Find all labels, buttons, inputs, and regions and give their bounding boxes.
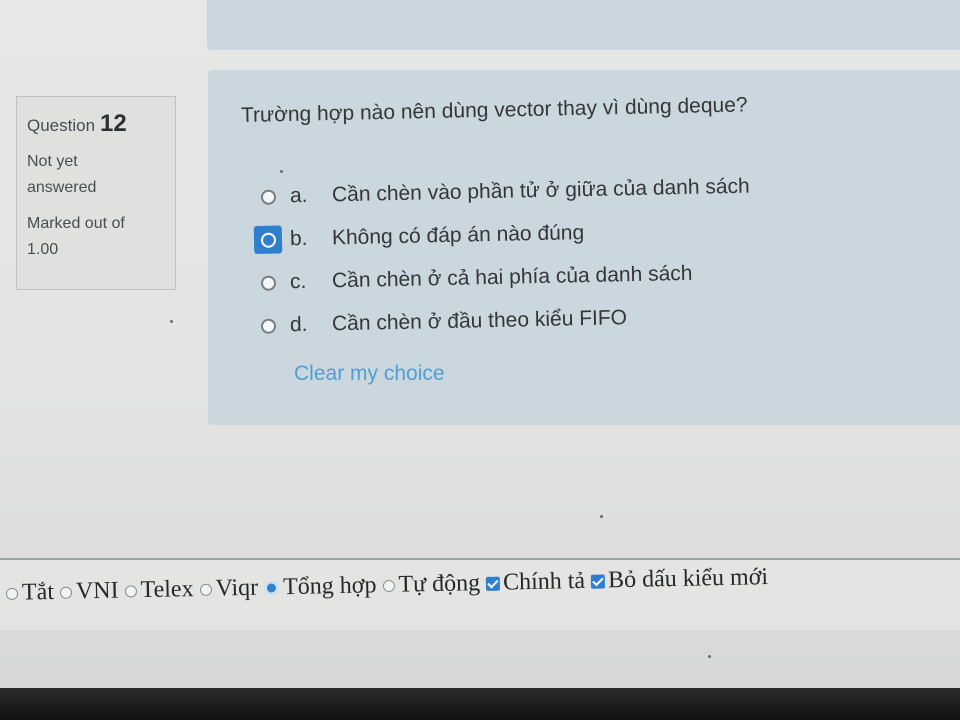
answer-text: Không có đáp án nào đúng bbox=[331, 221, 585, 250]
screen-dust bbox=[708, 655, 711, 658]
ime-option-vni[interactable]: VNI bbox=[59, 577, 119, 606]
ime-checkbox-label: Chính tả bbox=[502, 567, 586, 596]
answer-option-a[interactable]: a. Cần chèn vào phần tử ở giữa của danh … bbox=[254, 170, 815, 212]
question-marks: Marked out of 1.00 bbox=[27, 215, 125, 258]
answer-letter: c. bbox=[289, 269, 307, 294]
radio-checked-icon bbox=[260, 232, 276, 248]
ime-option-label: VNI bbox=[75, 577, 119, 605]
checkbox-checked-icon bbox=[590, 573, 606, 589]
ime-option-tong-hop[interactable]: Tổng hợp bbox=[263, 572, 377, 601]
answer-text: Cần chèn ở đầu theo kiểu FIFO bbox=[331, 306, 628, 336]
screen-dust bbox=[280, 170, 283, 173]
radio-icon bbox=[124, 584, 137, 598]
radio-icon bbox=[5, 587, 19, 600]
monitor-bezel bbox=[0, 688, 960, 720]
radio-checked-icon bbox=[263, 580, 280, 596]
radio-icon bbox=[260, 318, 276, 334]
answer-radio-a[interactable] bbox=[254, 182, 283, 211]
ime-checkbox-chinh-ta[interactable]: Chính tả bbox=[485, 567, 586, 597]
question-text: Trường hợp nào nên dùng vector thay vì d… bbox=[240, 93, 748, 127]
ime-option-tu-dong[interactable]: Tự động bbox=[382, 570, 480, 599]
ime-option-viqr[interactable]: Viqr bbox=[199, 575, 258, 603]
previous-question-panel bbox=[207, 0, 960, 50]
ime-option-label: Tắt bbox=[21, 578, 55, 606]
ime-checkbox-bo-dau-kieu-moi[interactable]: Bỏ dấu kiểu mới bbox=[590, 564, 769, 595]
question-info-box: Question 12 Not yet answered Marked out … bbox=[16, 96, 176, 290]
vietnamese-ime-bar: Tắt VNI Telex Viqr Tổng hợp Tự động Chín… bbox=[0, 558, 960, 630]
ime-option-telex[interactable]: Telex bbox=[124, 576, 194, 604]
question-number: 12 bbox=[100, 110, 127, 137]
answer-option-d[interactable]: d. Cần chèn ở đầu theo kiểu FIFO bbox=[254, 299, 815, 341]
answer-letter: a. bbox=[289, 183, 308, 208]
answer-text: Cần chèn ở cả hai phía của danh sách bbox=[331, 261, 693, 293]
answer-radio-b[interactable] bbox=[253, 225, 283, 254]
ime-checkbox-label: Bỏ dấu kiểu mới bbox=[607, 564, 769, 594]
radio-icon bbox=[260, 189, 276, 205]
answer-radio-d[interactable] bbox=[254, 311, 283, 340]
ime-options: Tắt VNI Telex Viqr Tổng hợp Tự động Chín… bbox=[5, 564, 775, 607]
screen-dust bbox=[600, 515, 603, 518]
checkbox-checked-icon bbox=[485, 576, 501, 591]
answer-option-c[interactable]: c. Cần chèn ở cả hai phía của danh sách bbox=[254, 256, 815, 298]
radio-icon bbox=[59, 586, 73, 599]
radio-icon bbox=[382, 579, 395, 592]
answer-option-b[interactable]: b. Không có đáp án nào đúng bbox=[253, 213, 815, 255]
ime-option-label: Tổng hợp bbox=[282, 572, 377, 601]
answer-text: Cần chèn vào phần tử ở giữa của danh sác… bbox=[331, 174, 750, 207]
answer-letter: d. bbox=[289, 312, 308, 337]
radio-icon bbox=[199, 583, 212, 596]
ime-option-label: Viqr bbox=[215, 574, 259, 602]
radio-icon bbox=[260, 275, 276, 291]
ime-option-label: Telex bbox=[140, 576, 194, 604]
screen-dust bbox=[170, 320, 173, 323]
ime-option-label: Tự động bbox=[398, 570, 481, 598]
question-number-line: Question 12 bbox=[27, 111, 165, 139]
answer-letter: b. bbox=[289, 226, 308, 251]
ime-option-tat[interactable]: Tắt bbox=[5, 578, 55, 607]
answer-list: a. Cần chèn vào phần tử ở giữa của danh … bbox=[253, 175, 815, 354]
question-state: Not yet answered bbox=[27, 153, 97, 196]
clear-choice-link[interactable]: Clear my choice bbox=[294, 362, 445, 386]
question-label: Question bbox=[27, 116, 96, 135]
question-panel: Trường hợp nào nên dùng vector thay vì d… bbox=[208, 70, 960, 425]
answer-radio-c[interactable] bbox=[254, 268, 283, 297]
